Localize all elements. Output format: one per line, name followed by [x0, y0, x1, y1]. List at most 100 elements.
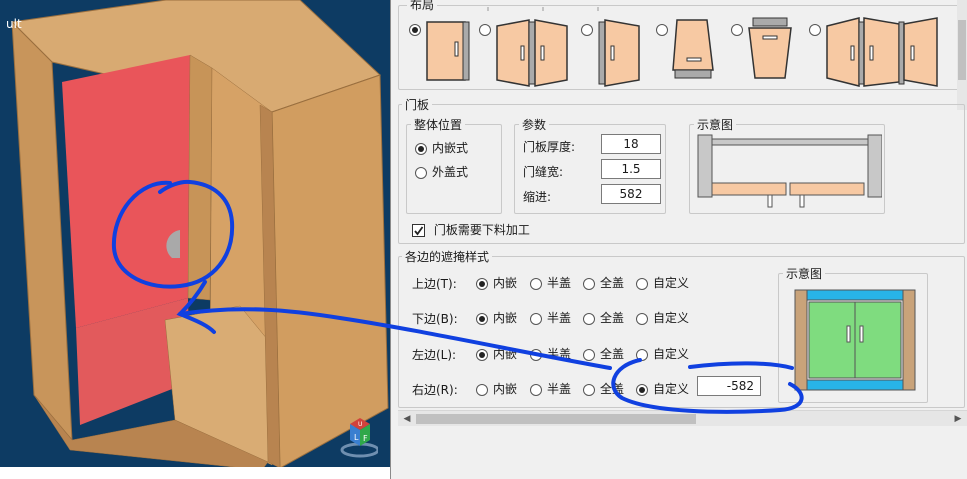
right-edge-radio-2[interactable]: [530, 383, 542, 396]
bottom-edge-radio-2[interactable]: [530, 312, 542, 325]
layout-double-door-icon: [496, 19, 568, 87]
panel-bottom-area: [391, 426, 967, 479]
position-overlay-label: 外盖式: [432, 165, 469, 179]
left-edge-label: 左边(L):: [412, 348, 457, 362]
left-edge-option-label-1: 内嵌: [493, 347, 518, 361]
arrow-left-icon[interactable]: ◀: [400, 412, 414, 426]
top-edge-option-2[interactable]: 半盖: [530, 274, 571, 291]
needs-cutting-option[interactable]: 门板需要下料加工: [412, 221, 530, 238]
right-edge-option-3[interactable]: 全盖: [583, 380, 624, 397]
top-edge-option-label-3: 全盖: [600, 276, 625, 290]
cabinet-3d-render: [10, 0, 389, 471]
bottom-edge-option-label-3: 全盖: [600, 311, 625, 325]
position-inset-label: 内嵌式: [432, 141, 469, 155]
right-edge-option-4[interactable]: 自定义: [636, 380, 689, 397]
top-edge-option-4[interactable]: 自定义: [636, 274, 689, 291]
edge-preview-diagram: [794, 289, 916, 391]
right-edge-radio-4[interactable]: [636, 383, 648, 396]
layout-option-5-radio[interactable]: [731, 24, 743, 36]
indent-input[interactable]: 582: [601, 184, 661, 204]
top-edge-option-label-1: 内嵌: [493, 276, 518, 290]
bottom-edge-option-label-4: 自定义: [653, 311, 690, 325]
bottom-edge-option-1[interactable]: 内嵌: [476, 309, 517, 326]
left-edge-radio-4[interactable]: [636, 348, 648, 361]
right-edge-option-label-1: 内嵌: [493, 382, 518, 396]
right-edge-option-label-2: 半盖: [547, 382, 572, 396]
indent-label: 缩进:: [523, 190, 552, 204]
bottom-edge-radio-1[interactable]: [476, 312, 488, 325]
thickness-input[interactable]: 18: [601, 134, 661, 154]
gap-label: 门缝宽:: [523, 165, 564, 179]
bottom-edge-label: 下边(B):: [412, 312, 458, 326]
scrollbar-thumb[interactable]: [416, 414, 696, 424]
position-group-title: 整体位置: [411, 116, 466, 133]
edge-preview-title: 示意图: [783, 265, 826, 282]
left-edge-option-2[interactable]: 半盖: [530, 345, 571, 362]
top-edge-radio-4[interactable]: [636, 277, 648, 290]
left-edge-option-label-4: 自定义: [653, 347, 690, 361]
door-preview-diagram: [697, 134, 882, 208]
right-edge-option-label-4: 自定义: [653, 382, 690, 396]
position-inset-radio[interactable]: [415, 142, 427, 155]
position-overlay-option[interactable]: 外盖式: [415, 163, 468, 180]
svg-text:F: F: [363, 434, 368, 443]
left-edge-radio-1[interactable]: [476, 348, 488, 361]
door-preview-group: 示意图: [689, 116, 885, 214]
bottom-edge-option-4[interactable]: 自定义: [636, 309, 689, 326]
layout-option-4-radio[interactable]: [656, 24, 668, 36]
position-overlay-radio[interactable]: [415, 166, 427, 179]
bottom-edge-radio-4[interactable]: [636, 312, 648, 325]
left-edge-radio-3[interactable]: [583, 348, 595, 361]
position-inset-option[interactable]: 内嵌式: [415, 139, 468, 156]
bottom-edge-option-3[interactable]: 全盖: [583, 309, 624, 326]
bottom-edge-option-2[interactable]: 半盖: [530, 309, 571, 326]
layout-vertical-scrollbar[interactable]: [957, 0, 967, 110]
arrow-right-icon[interactable]: ▶: [951, 412, 965, 426]
right-edge-custom-input[interactable]: -582: [697, 376, 761, 396]
top-edge-radio-3[interactable]: [583, 277, 595, 290]
left-edge-option-label-3: 全盖: [600, 347, 625, 361]
right-edge-option-1[interactable]: 内嵌: [476, 380, 517, 397]
position-group: 整体位置 内嵌式 外盖式: [406, 116, 502, 214]
top-edge-option-1[interactable]: 内嵌: [476, 274, 517, 291]
bottom-edge-radio-3[interactable]: [583, 312, 595, 325]
right-edge-radio-3[interactable]: [583, 383, 595, 396]
layout-option-6-radio[interactable]: [809, 24, 821, 36]
3d-viewport[interactable]: ult L F U: [0, 0, 390, 479]
svg-text:L: L: [354, 433, 359, 442]
needs-cutting-label: 门板需要下料加工: [433, 223, 530, 237]
top-edge-radio-2[interactable]: [530, 277, 542, 290]
right-edge-label: 右边(R):: [412, 383, 458, 397]
left-edge-option-1[interactable]: 内嵌: [476, 345, 517, 362]
layout-group: 布局: [398, 0, 967, 90]
top-edge-label: 上边(T):: [412, 277, 457, 291]
params-group: 参数 门板厚度: 18 门缝宽: 1.5 缩进: 582: [514, 116, 666, 214]
tab-strip[interactable]: [393, 0, 967, 11]
screen: ult L F U 布局 门板 整体位置 内嵌式 外盖式 参数 门板厚度: 18…: [0, 0, 967, 479]
top-edge-option-label-2: 半盖: [547, 276, 572, 290]
top-edge-option-3[interactable]: 全盖: [583, 274, 624, 291]
left-edge-option-3[interactable]: 全盖: [583, 345, 624, 362]
layout-flip-up-door-icon: [672, 19, 714, 79]
thickness-label: 门板厚度:: [523, 140, 576, 154]
left-edge-radio-2[interactable]: [530, 348, 542, 361]
params-group-title: 参数: [519, 116, 550, 133]
right-edge-radio-1[interactable]: [476, 383, 488, 396]
viewport-label: ult: [6, 17, 22, 31]
svg-text:U: U: [358, 421, 362, 428]
top-edge-radio-1[interactable]: [476, 277, 488, 290]
nav-cube-icon[interactable]: L F U: [338, 414, 378, 458]
layout-single-door-icon: [426, 21, 470, 81]
needs-cutting-checkbox[interactable]: [412, 224, 425, 237]
layout-option-3-radio[interactable]: [581, 24, 593, 36]
layout-option-1-radio[interactable]: [409, 24, 421, 36]
door-group-title: 门板: [402, 96, 433, 113]
gap-input[interactable]: 1.5: [601, 159, 661, 179]
layout-triple-door-icon: [826, 17, 938, 87]
left-edge-option-4[interactable]: 自定义: [636, 345, 689, 362]
panel-horizontal-scrollbar[interactable]: ◀ ▶: [398, 410, 967, 426]
right-edge-option-2[interactable]: 半盖: [530, 380, 571, 397]
bottom-edge-option-label-2: 半盖: [547, 311, 572, 325]
layout-option-2-radio[interactable]: [479, 24, 491, 36]
right-edge-option-label-3: 全盖: [600, 382, 625, 396]
